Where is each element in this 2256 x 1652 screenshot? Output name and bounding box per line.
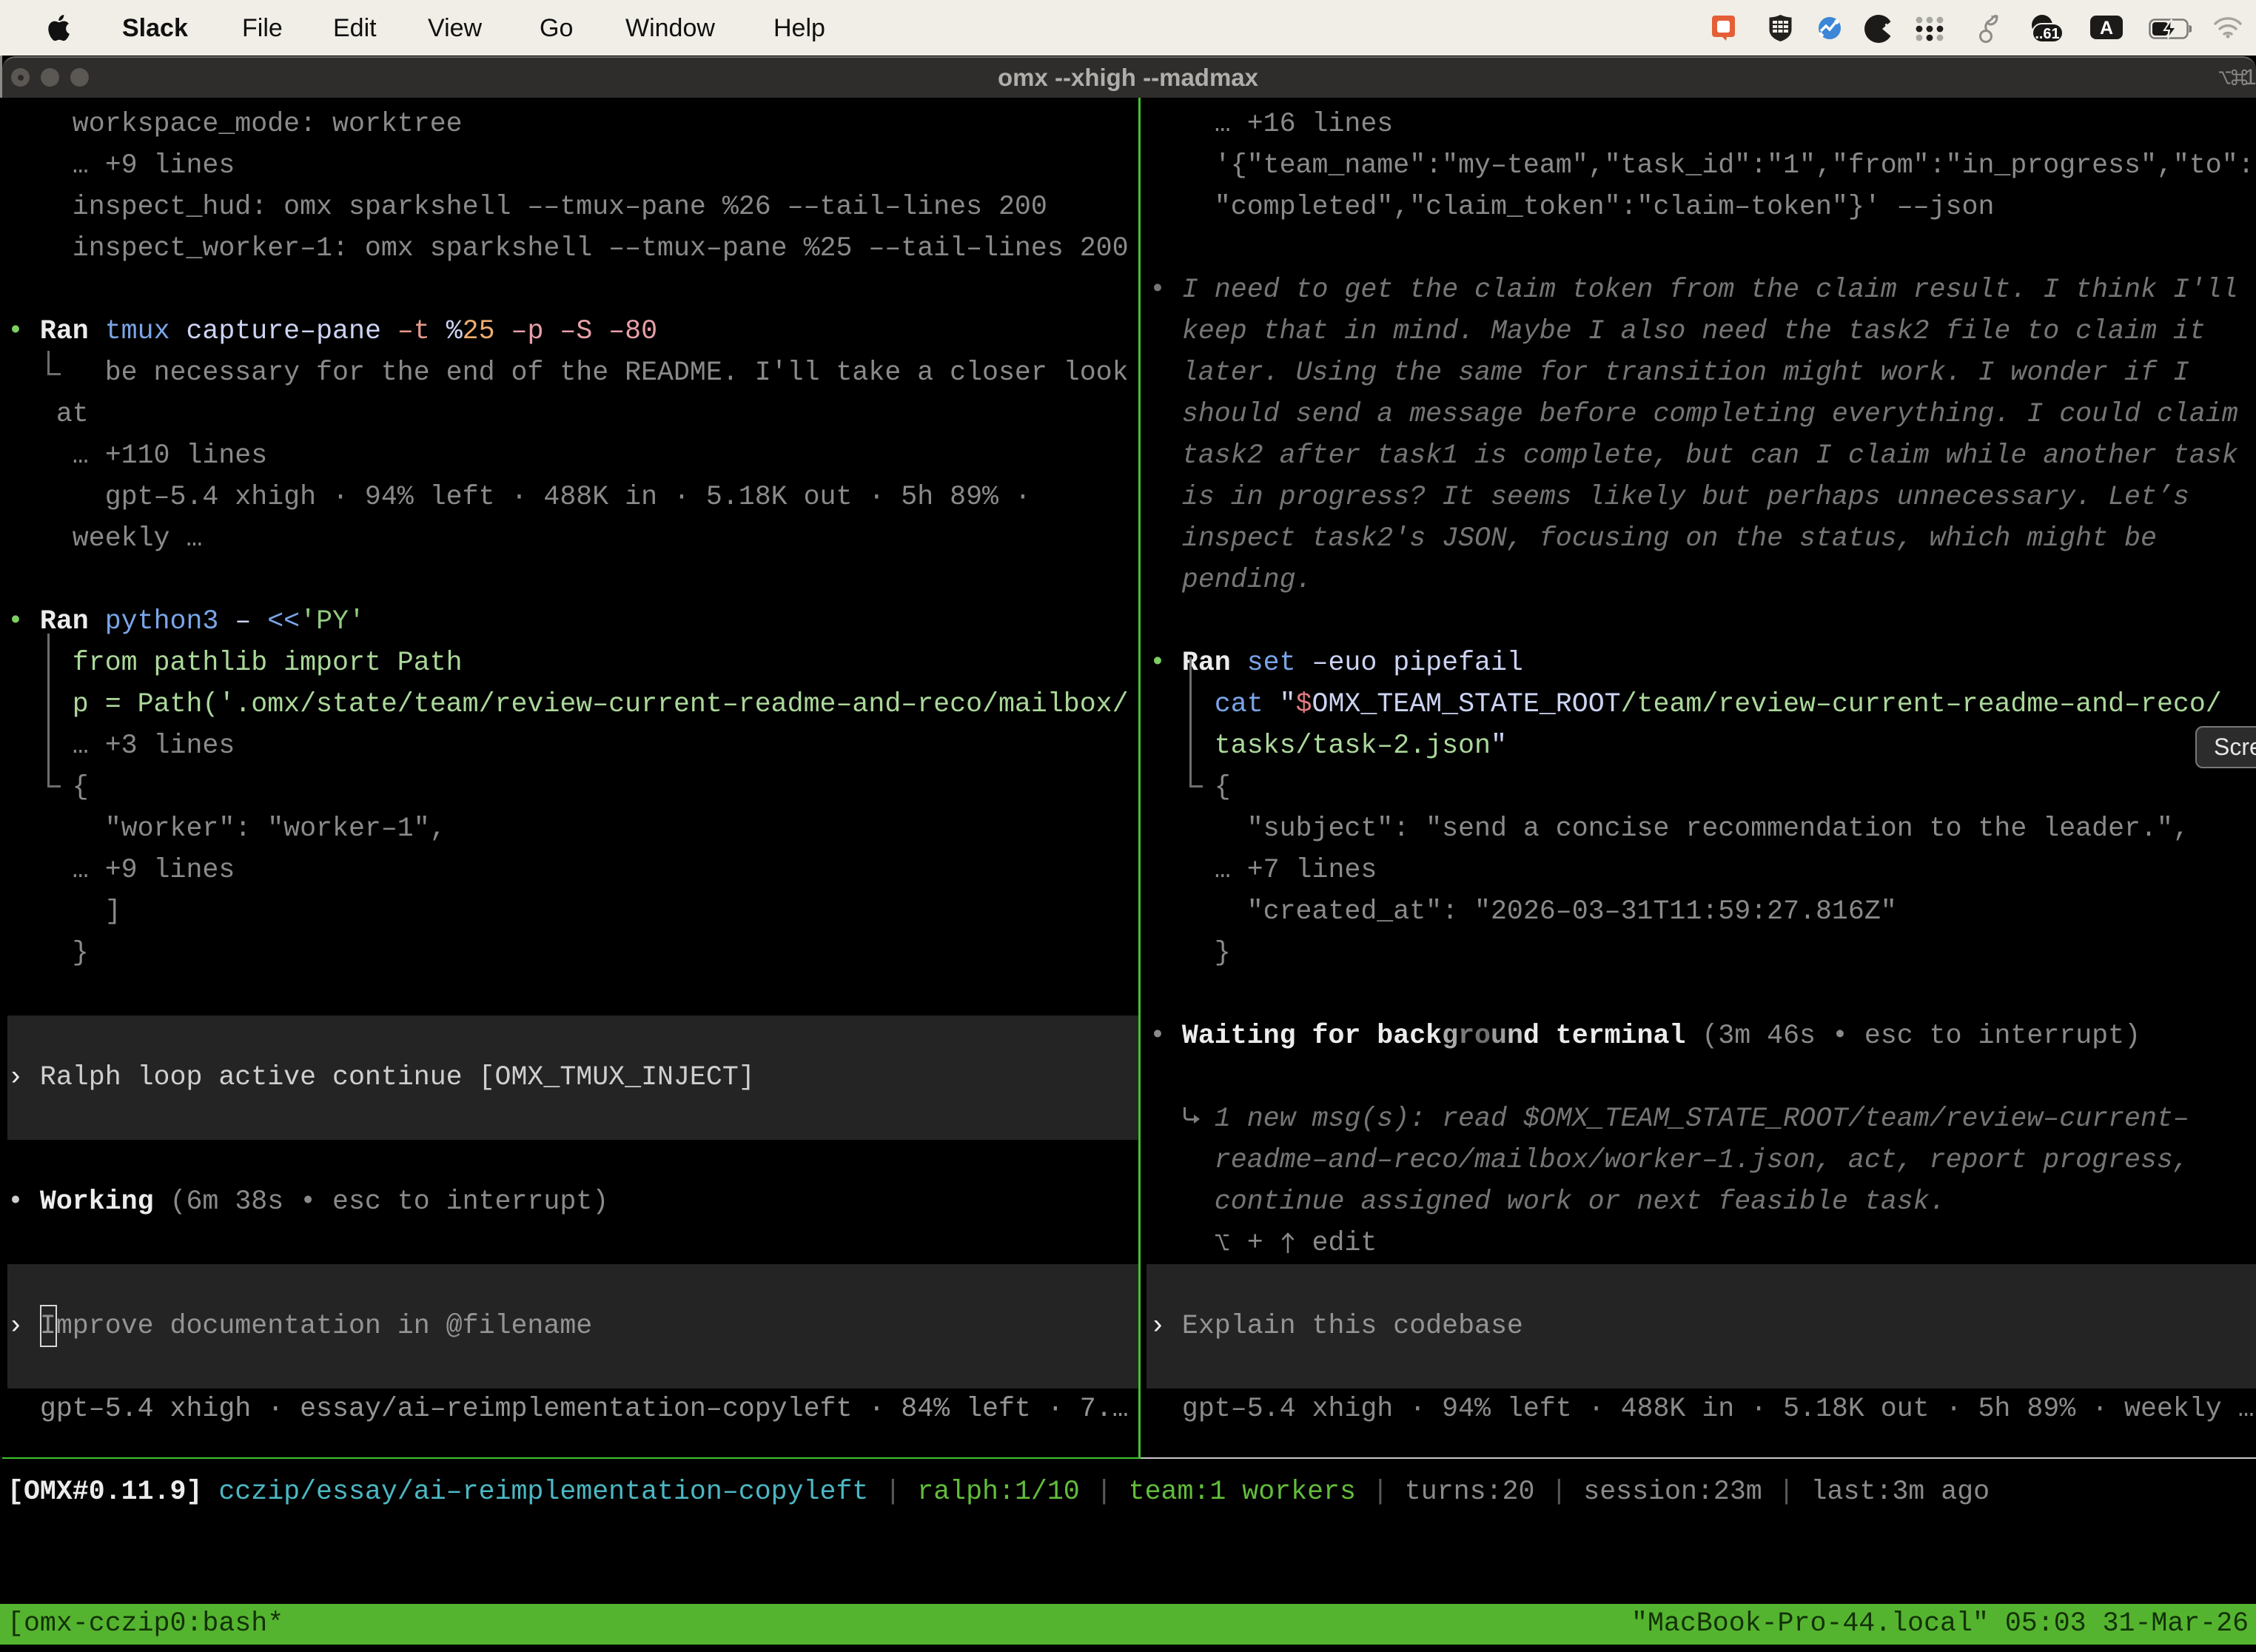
svg-text:..61: ..61 xyxy=(2035,26,2059,42)
svg-text:A: A xyxy=(2100,18,2113,38)
